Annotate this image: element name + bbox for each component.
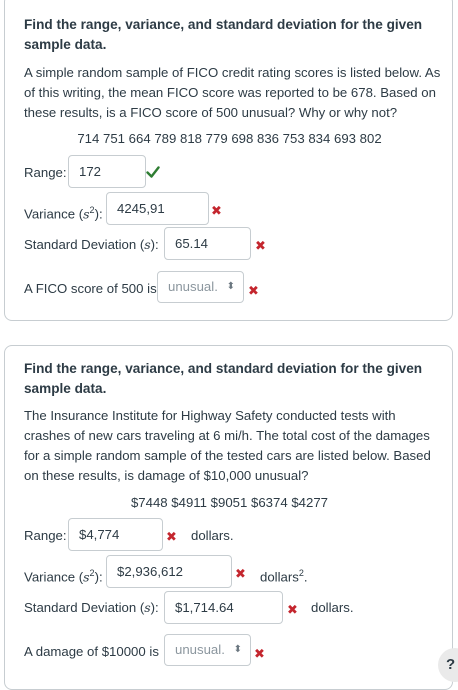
variance-label: Variance (s2): [24, 205, 103, 222]
range-unit: dollars. [191, 528, 234, 543]
wrong-x-icon: ✖ [166, 530, 177, 545]
sample-data: $7448 $4911 $9051 $6374 $4277 [130, 495, 329, 510]
variance-unit: dollars2. [260, 568, 308, 585]
std-dev-label: Standard Deviation (s): [24, 237, 159, 252]
variance-input[interactable]: 4245,91 [106, 192, 209, 225]
select-arrows-icon: ⬍ [233, 644, 242, 655]
variance-label: Variance (s2): [24, 568, 103, 585]
wrong-x-icon: ✖ [211, 204, 222, 219]
std-dev-label: Standard Deviation (s): [24, 600, 159, 615]
wrong-x-icon: ✖ [254, 647, 265, 662]
question-card-2: Find the range, variance, and standard d… [4, 345, 453, 690]
select-arrows-icon: ⬍ [226, 281, 235, 292]
wrong-x-icon: ✖ [248, 284, 259, 299]
range-input[interactable]: 172 [68, 155, 146, 188]
correct-check-icon [146, 166, 160, 178]
question-title: Find the range, variance, and standard d… [24, 17, 423, 52]
damage-unusual-label: A damage of $10000 is [24, 644, 159, 659]
std-dev-input[interactable]: 65.14 [164, 227, 251, 260]
sample-data: 714 751 664 789 818 779 698 836 753 834 … [77, 131, 382, 146]
unusual-select[interactable]: unusual. ⬍ [157, 271, 244, 303]
wrong-x-icon: ✖ [287, 603, 298, 618]
std-dev-unit: dollars. [311, 600, 354, 615]
question-text: The Insurance Institute for Highway Safe… [24, 408, 431, 483]
variance-input[interactable]: $2,936,612 [106, 555, 232, 588]
question-title: Find the range, variance, and standard d… [24, 361, 423, 396]
range-label: Range: [24, 165, 67, 180]
fico-unusual-label: A FICO score of 500 is [24, 281, 157, 296]
std-dev-input[interactable]: $1,714.64 [164, 591, 283, 624]
range-label: Range: [24, 528, 67, 543]
unusual-select[interactable]: unusual. ⬍ [164, 634, 251, 666]
wrong-x-icon: ✖ [235, 567, 246, 582]
wrong-x-icon: ✖ [255, 239, 266, 254]
range-input[interactable]: $4,774 [68, 518, 163, 551]
question-card-1: Find the range, variance, and standard d… [4, 0, 453, 321]
question-text: A simple random sample of FICO credit ra… [24, 65, 441, 120]
